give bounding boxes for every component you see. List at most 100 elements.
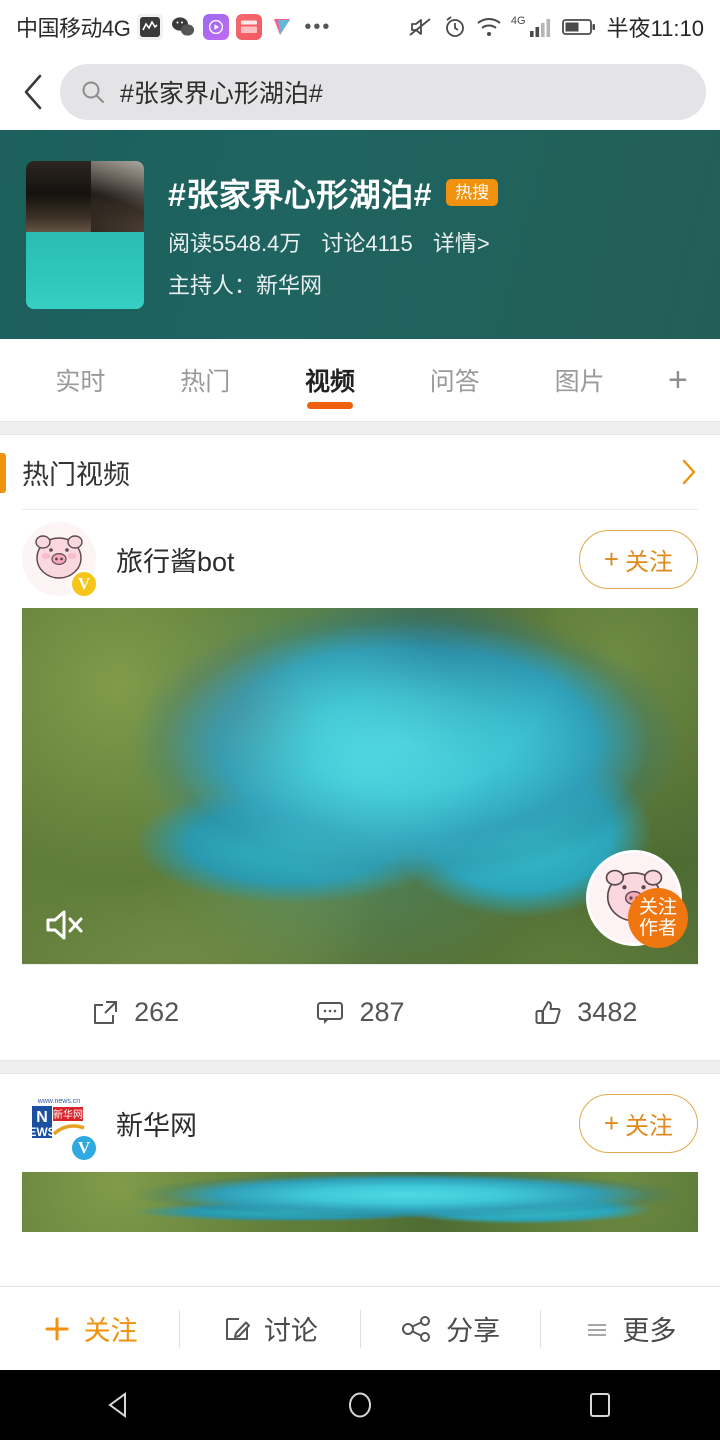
video-player-icon bbox=[203, 14, 230, 40]
section-gap bbox=[0, 421, 720, 435]
status-bar-right: 4G 半夜11:10 bbox=[408, 11, 704, 43]
like-action[interactable]: 3482 bbox=[473, 997, 698, 1028]
nav-home-icon[interactable] bbox=[343, 1388, 377, 1422]
svg-text:www.news.cn: www.news.cn bbox=[37, 1098, 81, 1105]
add-tab-icon[interactable]: + bbox=[642, 361, 714, 400]
post-item: www.news.cn N EWS 新华网 V 新华网 + 关注 bbox=[0, 1074, 720, 1232]
svg-text:EWS: EWS bbox=[28, 1125, 55, 1139]
plus-icon: + bbox=[603, 544, 619, 574]
topic-thumbnail[interactable] bbox=[26, 160, 144, 309]
topic-title-row: #张家界心形湖泊# 热搜 bbox=[168, 170, 504, 216]
tab-shishi[interactable]: 实时 bbox=[18, 339, 143, 421]
verified-badge: V bbox=[70, 570, 98, 598]
video-frame bbox=[22, 1172, 698, 1232]
bottom-discuss-label: 讨论 bbox=[263, 1316, 318, 1346]
topic-title: #张家界心形湖泊# bbox=[168, 176, 433, 213]
thumbnail-water bbox=[26, 231, 144, 309]
share-action[interactable]: 262 bbox=[22, 997, 247, 1028]
topic-host: 主持人：新华网 bbox=[168, 272, 323, 298]
comment-action[interactable]: 287 bbox=[247, 997, 472, 1028]
bottom-follow-label: 关注 bbox=[83, 1316, 138, 1346]
follow-author-line1: 关注 bbox=[638, 897, 677, 918]
follow-button[interactable]: + 关注 bbox=[578, 1093, 698, 1153]
comment-count: 287 bbox=[359, 997, 405, 1027]
network-label: 4G bbox=[510, 15, 526, 27]
battery-icon bbox=[561, 17, 596, 37]
post-header: www.news.cn N EWS 新华网 V 新华网 + 关注 bbox=[0, 1074, 720, 1172]
follow-author-badge[interactable]: 关注 作者 bbox=[628, 888, 688, 948]
tab-wenda[interactable]: 问答 bbox=[392, 339, 517, 421]
plus-icon: + bbox=[603, 1108, 619, 1138]
follow-button[interactable]: + 关注 bbox=[578, 529, 698, 589]
search-query: #张家界心形湖泊# bbox=[120, 80, 323, 108]
mute-icon bbox=[408, 15, 434, 39]
back-button[interactable] bbox=[8, 66, 60, 118]
follow-label: 关注 bbox=[625, 548, 673, 576]
hot-search-badge: 热搜 bbox=[446, 179, 499, 206]
bottom-share-button[interactable]: 分享 bbox=[361, 1309, 540, 1348]
clock-label: 半夜11:10 bbox=[606, 16, 704, 41]
nav-back-icon[interactable] bbox=[103, 1388, 137, 1422]
topic-header: #张家界心形湖泊# 热搜 阅读5548.4万 讨论4115 详情> 主持人：新华… bbox=[0, 130, 720, 339]
svg-text:N: N bbox=[36, 1109, 48, 1126]
bottom-share-label: 分享 bbox=[446, 1316, 501, 1346]
tab-bar: 实时 热门 视频 问答 图片 + bbox=[0, 339, 720, 421]
thumbnail-rock bbox=[26, 160, 144, 235]
bottom-discuss-button[interactable]: 讨论 bbox=[180, 1309, 359, 1348]
discussion-count: 讨论4115 bbox=[321, 230, 413, 256]
avatar[interactable]: V bbox=[22, 522, 98, 598]
android-nav-bar bbox=[0, 1370, 720, 1440]
status-bar-left: 中国移动4G ••• bbox=[16, 11, 331, 43]
compose-icon bbox=[222, 1314, 252, 1344]
post-author-name[interactable]: 新华网 bbox=[116, 1104, 197, 1143]
mute-toggle[interactable] bbox=[44, 908, 86, 942]
carrier-label: 中国移动4G bbox=[16, 16, 131, 41]
topic-info: #张家界心形湖泊# 热搜 阅读5548.4万 讨论4115 详情> 主持人：新华… bbox=[168, 170, 504, 300]
status-bar: 中国移动4G ••• 4G 半夜11:10 bbox=[0, 0, 720, 54]
bottom-more-label: 更多 bbox=[622, 1316, 677, 1346]
post-gap bbox=[0, 1060, 720, 1074]
post-author-name[interactable]: 旅行酱bot bbox=[116, 540, 235, 579]
wechat-icon bbox=[170, 14, 196, 40]
tab-shipin[interactable]: 视频 bbox=[268, 339, 393, 421]
follow-author-line2: 作者 bbox=[638, 918, 677, 939]
comment-icon bbox=[315, 999, 345, 1027]
section-accent-bar bbox=[0, 453, 6, 493]
like-count: 3482 bbox=[577, 997, 638, 1027]
hot-video-section-header[interactable]: 热门视频 bbox=[0, 435, 720, 509]
bottom-follow-button[interactable]: 关注 bbox=[0, 1309, 179, 1348]
search-input[interactable]: #张家界心形湖泊# bbox=[60, 64, 706, 120]
share-icon bbox=[90, 998, 120, 1028]
post-action-bar: 262 287 3482 bbox=[22, 964, 698, 1060]
bottom-action-bar: 关注 讨论 分享 更多 bbox=[0, 1286, 720, 1370]
video-player[interactable] bbox=[22, 1172, 698, 1232]
chevron-right-icon[interactable] bbox=[680, 457, 698, 487]
alarm-icon bbox=[443, 15, 467, 39]
search-bar: #张家界心形湖泊# bbox=[0, 54, 720, 130]
section-title: 热门视频 bbox=[22, 459, 130, 490]
app-red-icon bbox=[236, 14, 263, 40]
menu-icon bbox=[584, 1317, 610, 1341]
tab-tupian[interactable]: 图片 bbox=[517, 339, 642, 421]
share-count: 262 bbox=[134, 997, 180, 1027]
nav-recents-icon[interactable] bbox=[583, 1388, 617, 1422]
verified-badge: V bbox=[70, 1134, 98, 1162]
video-follow-author[interactable]: 关注 作者 bbox=[586, 850, 688, 948]
tab-remen[interactable]: 热门 bbox=[143, 339, 268, 421]
app-screen: 中国移动4G ••• 4G 半夜11:10 #张家界心形湖泊# #张家界心形湖泊… bbox=[0, 0, 720, 1440]
topic-stats: 阅读5548.4万 讨论4115 详情> bbox=[168, 226, 504, 258]
share-nodes-icon bbox=[400, 1314, 434, 1344]
post-item: V 旅行酱bot + 关注 关注 作者 262 287 3482 bbox=[0, 510, 720, 1060]
status-overflow-icon: ••• bbox=[304, 15, 332, 38]
chart-icon bbox=[137, 14, 164, 40]
bottom-more-button[interactable]: 更多 bbox=[541, 1309, 720, 1348]
youku-icon bbox=[269, 14, 296, 40]
read-count: 阅读5548.4万 bbox=[168, 230, 302, 256]
wifi-icon bbox=[476, 16, 502, 38]
avatar[interactable]: www.news.cn N EWS 新华网 V bbox=[22, 1086, 98, 1162]
signal-icon bbox=[529, 16, 553, 38]
plus-icon bbox=[42, 1314, 72, 1344]
detail-link[interactable]: 详情> bbox=[433, 231, 490, 256]
video-player[interactable]: 关注 作者 bbox=[22, 608, 698, 964]
post-header: V 旅行酱bot + 关注 bbox=[0, 510, 720, 608]
